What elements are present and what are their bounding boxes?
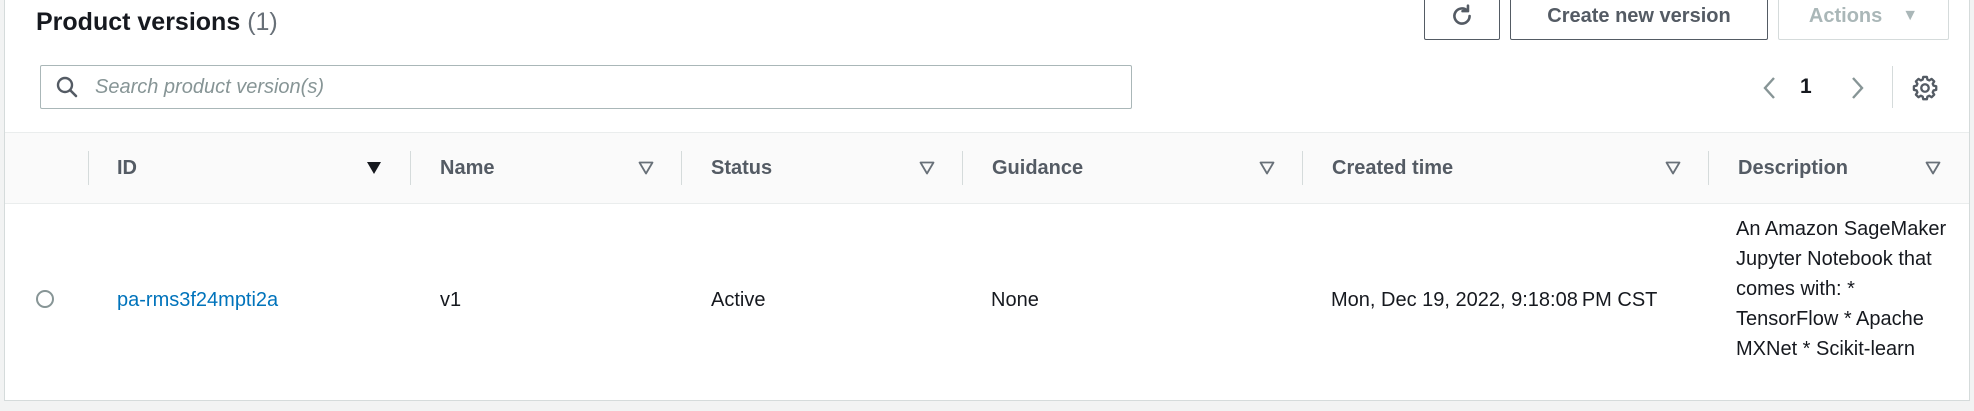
version-id-link[interactable]: pa-rms3f24mpti2a: [117, 289, 278, 312]
create-button-label: Create new version: [1547, 4, 1731, 27]
column-header-name[interactable]: Name: [440, 133, 494, 203]
column-divider: [410, 151, 411, 185]
actions-dropdown[interactable]: Actions ▼: [1778, 0, 1949, 40]
column-header-created-time[interactable]: Created time: [1332, 133, 1453, 203]
column-divider: [88, 151, 89, 185]
version-description: An Amazon SageMaker Jupyter Notebook tha…: [1736, 218, 1947, 360]
sort-descending-icon[interactable]: [366, 161, 382, 175]
actions-label: Actions: [1808, 4, 1883, 27]
column-divider: [681, 151, 682, 185]
refresh-button[interactable]: [1424, 0, 1500, 40]
row-select-radio[interactable]: [36, 290, 54, 308]
previous-page-button[interactable]: [1754, 72, 1786, 104]
sort-icon[interactable]: [919, 161, 935, 175]
pagination-divider: [1892, 66, 1893, 108]
version-guidance: None: [991, 289, 1039, 311]
column-header-guidance[interactable]: Guidance: [992, 133, 1083, 203]
search-box: [40, 65, 1132, 109]
column-header-id[interactable]: ID: [117, 133, 137, 203]
version-count: (1): [247, 8, 278, 36]
preferences-button[interactable]: [1909, 72, 1941, 104]
sort-icon[interactable]: [1665, 161, 1681, 175]
product-versions-panel: Product versions (1) Create new version …: [4, 0, 1970, 401]
title-text: Product versions: [36, 8, 241, 36]
create-new-version-button[interactable]: Create new version: [1510, 0, 1768, 40]
column-header-status[interactable]: Status: [711, 133, 772, 203]
page-title: Product versions (1): [36, 8, 278, 37]
gear-icon: [1912, 75, 1938, 101]
column-divider: [1302, 151, 1303, 185]
next-page-button[interactable]: [1841, 72, 1873, 104]
current-page-number[interactable]: 1: [1800, 75, 1812, 99]
search-input[interactable]: [93, 74, 1097, 100]
version-created-time: Mon, Dec 19, 2022, 9:18:08 PM CST: [1331, 289, 1658, 311]
table-row[interactable]: pa-rms3f24mpti2a v1 Active None Mon, Dec…: [5, 204, 1969, 400]
chevron-right-icon: [1852, 77, 1864, 99]
column-header-description[interactable]: Description: [1738, 133, 1848, 203]
sort-icon[interactable]: [1259, 161, 1275, 175]
refresh-icon: [1453, 4, 1471, 25]
sort-icon[interactable]: [1925, 161, 1941, 175]
sort-icon[interactable]: [638, 161, 654, 175]
column-divider: [962, 151, 963, 185]
search-icon: [56, 76, 78, 98]
table-header: ID Name Status Guidance Created time Des…: [5, 132, 1969, 204]
version-name: v1: [440, 289, 462, 311]
version-status: Active: [711, 289, 766, 311]
chevron-left-icon: [1763, 77, 1775, 99]
caret-down-icon: ▼: [1902, 7, 1919, 24]
column-divider: [1708, 151, 1709, 185]
